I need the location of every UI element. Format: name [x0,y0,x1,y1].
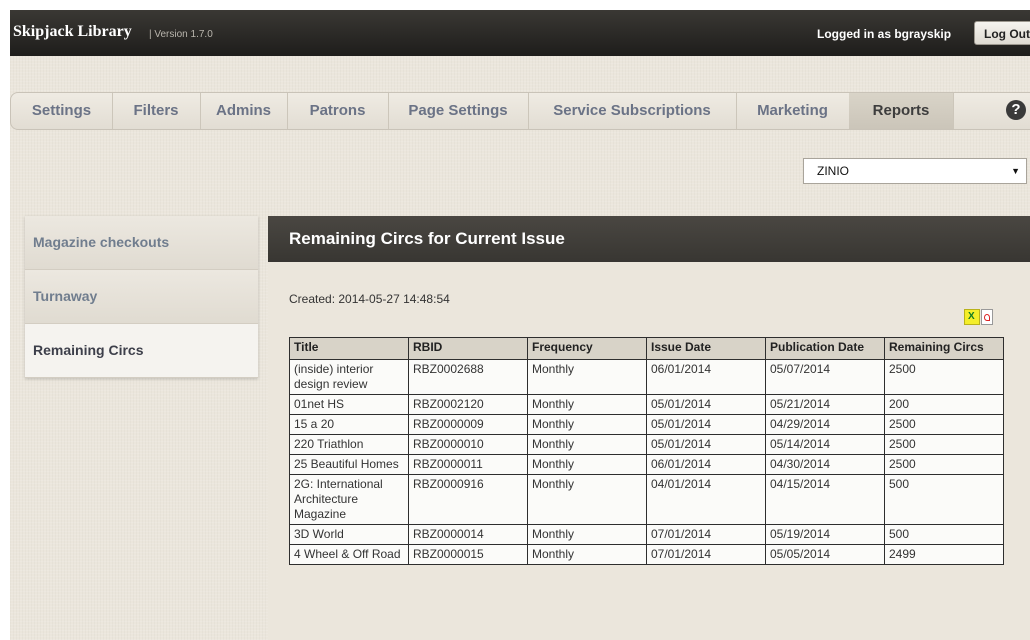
column-header-issue-date[interactable]: Issue Date [646,337,766,360]
report-table: Title RBID Frequency Issue Date Publicat… [289,337,1004,565]
cell-frequency: Monthly [527,394,647,415]
cell-title: 2G: International Architecture Magazine [289,474,409,525]
tab-marketing[interactable]: Marketing [736,93,850,129]
table-row: 3D World RBZ0000014 Monthly 07/01/2014 0… [289,524,1004,545]
cell-publication-date: 05/19/2014 [765,524,885,545]
cell-issue-date: 05/01/2014 [646,434,766,455]
cell-issue-date: 05/01/2014 [646,414,766,435]
report-sidebar: Magazine checkouts Turnaway Remaining Ci… [25,216,258,378]
cell-publication-date: 04/30/2014 [765,454,885,475]
cell-publication-date: 04/29/2014 [765,414,885,435]
column-header-publication-date[interactable]: Publication Date [765,337,885,360]
cell-frequency: Monthly [527,454,647,475]
tab-filters[interactable]: Filters [112,93,201,129]
table-row: 4 Wheel & Off Road RBZ0000015 Monthly 07… [289,544,1004,565]
sidebar-item-remaining-circs[interactable]: Remaining Circs [25,324,258,378]
cell-issue-date: 07/01/2014 [646,544,766,565]
cell-remaining-circs: 2500 [884,359,1004,395]
cell-publication-date: 05/21/2014 [765,394,885,415]
table-row: 2G: International Architecture Magazine … [289,474,1004,525]
cell-rbid: RBZ0002120 [408,394,528,415]
excel-export-icon[interactable] [964,309,980,325]
cell-title: 220 Triathlon [289,434,409,455]
cell-rbid: RBZ0000011 [408,454,528,475]
cell-rbid: RBZ0002688 [408,359,528,395]
tab-patrons[interactable]: Patrons [287,93,389,129]
cell-publication-date: 05/05/2014 [765,544,885,565]
cell-publication-date: 05/14/2014 [765,434,885,455]
cell-issue-date: 04/01/2014 [646,474,766,525]
cell-frequency: Monthly [527,359,647,395]
cell-issue-date: 07/01/2014 [646,524,766,545]
cell-issue-date: 06/01/2014 [646,359,766,395]
cell-frequency: Monthly [527,474,647,525]
main-tabs: Settings Filters Admins Patrons Page Set… [10,92,1030,130]
table-row: 25 Beautiful Homes RBZ0000011 Monthly 06… [289,454,1004,475]
cell-remaining-circs: 500 [884,524,1004,545]
cell-publication-date: 05/07/2014 [765,359,885,395]
cell-rbid: RBZ0000009 [408,414,528,435]
tab-service-subscriptions[interactable]: Service Subscriptions [528,93,737,129]
cell-rbid: RBZ0000014 [408,524,528,545]
cell-remaining-circs: 200 [884,394,1004,415]
cell-remaining-circs: 2499 [884,544,1004,565]
column-header-rbid[interactable]: RBID [408,337,528,360]
report-created-date: Created: 2014-05-27 14:48:54 [289,292,450,306]
report-title: Remaining Circs for Current Issue [268,216,1030,262]
logout-button[interactable]: Log Out [974,21,1030,45]
column-header-remaining-circs[interactable]: Remaining Circs [884,337,1004,360]
cell-remaining-circs: 2500 [884,434,1004,455]
cell-title: 01net HS [289,394,409,415]
cell-publication-date: 04/15/2014 [765,474,885,525]
cell-rbid: RBZ0000015 [408,544,528,565]
tab-page-settings[interactable]: Page Settings [388,93,529,129]
cell-frequency: Monthly [527,524,647,545]
cell-remaining-circs: 2500 [884,454,1004,475]
report-panel: Remaining Circs for Current Issue Create… [268,216,1030,640]
sidebar-item-magazine-checkouts[interactable]: Magazine checkouts [25,216,258,270]
cell-frequency: Monthly [527,544,647,565]
tab-admins[interactable]: Admins [200,93,288,129]
pdf-export-icon[interactable] [981,309,993,325]
table-row: 15 a 20 RBZ0000009 Monthly 05/01/2014 04… [289,414,1004,435]
top-bar: Skipjack Library | Version 1.7.0 Logged … [10,10,1030,56]
app-name: Skipjack Library [13,23,132,40]
cell-remaining-circs: 500 [884,474,1004,525]
cell-title: (inside) interior design review [289,359,409,395]
tab-settings[interactable]: Settings [11,93,113,129]
cell-frequency: Monthly [527,434,647,455]
service-select-value: ZINIO [817,164,849,178]
cell-rbid: RBZ0000010 [408,434,528,455]
cell-title: 25 Beautiful Homes [289,454,409,475]
cell-title: 15 a 20 [289,414,409,435]
version-label: | Version 1.7.0 [149,29,213,40]
cell-frequency: Monthly [527,414,647,435]
tab-reports[interactable]: Reports [849,93,954,129]
column-header-title[interactable]: Title [289,337,409,360]
column-header-frequency[interactable]: Frequency [527,337,647,360]
table-row: 220 Triathlon RBZ0000010 Monthly 05/01/2… [289,434,1004,455]
table-header-row: Title RBID Frequency Issue Date Publicat… [289,337,1004,360]
sidebar-item-turnaway[interactable]: Turnaway [25,270,258,324]
service-select[interactable]: ZINIO ▼ [803,158,1027,184]
logged-in-label: Logged in as bgrayskip [817,27,952,41]
cell-issue-date: 06/01/2014 [646,454,766,475]
table-row: (inside) interior design review RBZ00026… [289,359,1004,395]
cell-remaining-circs: 2500 [884,414,1004,435]
cell-title: 4 Wheel & Off Road [289,544,409,565]
cell-issue-date: 05/01/2014 [646,394,766,415]
table-row: 01net HS RBZ0002120 Monthly 05/01/2014 0… [289,394,1004,415]
cell-title: 3D World [289,524,409,545]
cell-rbid: RBZ0000916 [408,474,528,525]
help-icon[interactable]: ? [1006,100,1026,120]
chevron-down-icon: ▼ [1011,166,1020,176]
